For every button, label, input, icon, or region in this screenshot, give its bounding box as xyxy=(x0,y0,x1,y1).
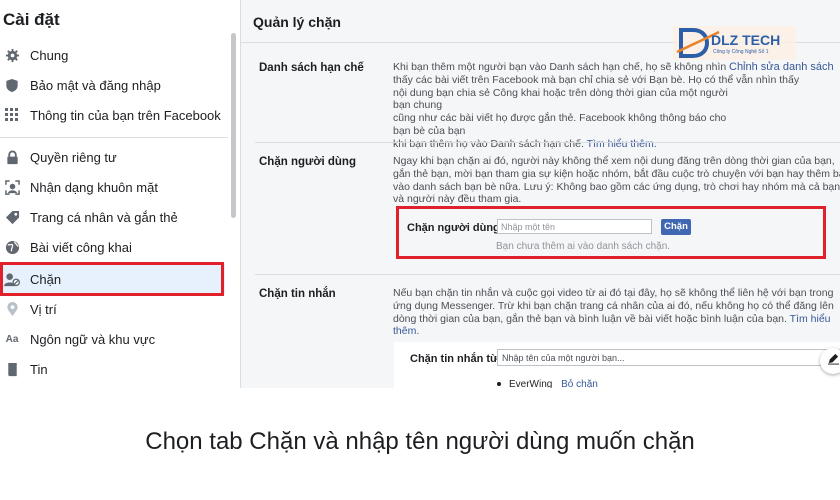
sidebar-item-label: Trang cá nhân và gắn thẻ xyxy=(30,209,178,225)
desc-line: dòng thời gian của bạn, gắn thẻ bạn và b… xyxy=(393,313,838,326)
section-divider xyxy=(255,274,840,275)
globe-icon xyxy=(4,239,20,255)
desc-line: vào danh sách bạn bè nữa. Lưu ý: Không b… xyxy=(393,180,840,193)
section-divider xyxy=(255,142,840,143)
sidebar-item-label: Nhận dạng khuôn mặt xyxy=(30,179,158,195)
sidebar-item-your-info[interactable]: Thông tin của bạn trên Facebook xyxy=(0,100,225,130)
sidebar-item-label: Tin xyxy=(30,361,48,377)
pencil-icon xyxy=(827,352,840,370)
desc-text: khi bạn thêm họ vào Danh sách hạn chế. xyxy=(393,137,584,150)
desc-line: Ngay khi bạn chặn ai đó, người này không… xyxy=(393,155,835,167)
sidebar-item-general[interactable]: Chung xyxy=(0,40,225,70)
gear-icon xyxy=(4,47,20,63)
sidebar-item-privacy[interactable]: Quyền riêng tư xyxy=(0,142,225,172)
sidebar-item-profile-tagging[interactable]: Trang cá nhân và gắn thẻ xyxy=(0,202,225,232)
block-button[interactable]: Chặn xyxy=(661,219,691,235)
block-users-description: Ngay khi bạn chặn ai đó, người này không… xyxy=(393,155,840,206)
desc-line: và người này đều tham gia. xyxy=(393,193,522,206)
desc-line: cũng như các bài viết họ được gắn thẻ. F… xyxy=(393,112,727,137)
empty-block-list-text: Bạn chưa thêm ai vào danh sách chặn. xyxy=(496,241,671,252)
tag-icon xyxy=(4,209,20,225)
dlz-tech-logo: DLZ TECH Công ty Công Nghệ Số 1 xyxy=(673,26,796,60)
compose-pencil-button[interactable] xyxy=(820,348,840,374)
sidebar-item-label: Bảo mật và đăng nhập xyxy=(30,77,161,93)
blocking-panel: Quản lý chặn DLZ TECH Công ty Công Nghệ … xyxy=(241,0,840,388)
sidebar-divider xyxy=(0,137,228,138)
sidebar-item-language[interactable]: Aa Ngôn ngữ và khu vực xyxy=(0,324,225,354)
lock-icon xyxy=(4,149,20,165)
sidebar-item-stories[interactable]: Tin xyxy=(0,354,225,384)
sidebar-title: Cài đặt xyxy=(3,10,60,29)
sidebar-item-face-recognition[interactable]: Nhận dạng khuôn mặt xyxy=(0,172,225,202)
block-users-label: Chặn người dùng xyxy=(259,156,356,168)
sidebar-item-label: Chung xyxy=(30,47,69,63)
block-messages-label: Chặn tin nhắn xyxy=(259,288,336,300)
sidebar-item-label: Vị trí xyxy=(30,301,57,317)
restricted-list-label: Danh sách hạn chế xyxy=(259,62,364,74)
sidebar-item-label: Ngôn ngữ và khu vực xyxy=(30,331,156,347)
settings-sidebar: Cài đặt Chung Bảo mật và đăng nhập Thông… xyxy=(0,0,240,388)
block-user-input[interactable]: Nhập một tên xyxy=(497,219,652,234)
book-icon xyxy=(4,361,20,377)
block-messages-field-label: Chặn tin nhắn từ xyxy=(410,353,499,365)
face-icon xyxy=(4,179,20,195)
blocked-app-name: EverWing xyxy=(509,379,553,388)
desc-line: gắn thẻ bạn, mời bạn tham gia sự kiện ho… xyxy=(393,167,840,180)
block-messages-description: Nếu bạn chặn tin nhắn và cuộc gọi video … xyxy=(393,287,838,338)
desc-line: ứng dụng Messenger. Trừ khi bạn chặn tra… xyxy=(393,299,834,312)
learn-more-link[interactable]: Tìm hiểu xyxy=(790,313,831,325)
desc-text: dòng thời gian của bạn, gắn thẻ bạn và b… xyxy=(393,312,787,325)
block-messages-input[interactable]: Nhập tên của một người bạn... xyxy=(497,349,840,366)
block-user-field-label: Chặn người dùng xyxy=(407,222,500,234)
desc-line: Nếu bạn chặn tin nhắn và cuộc gọi video … xyxy=(393,287,834,299)
restricted-list-description: Khi bạn thêm một người bạn vào Danh sách… xyxy=(393,61,800,151)
sidebar-item-label: Quyền riêng tư xyxy=(30,149,117,165)
page-title: Quản lý chặn xyxy=(253,14,341,30)
shield-icon xyxy=(4,77,20,93)
bullet-icon xyxy=(497,382,501,387)
sidebar-item-label: Bài viết công khai xyxy=(30,239,132,255)
unblock-link[interactable]: Bỏ chặn xyxy=(561,379,598,388)
grid-icon xyxy=(4,107,20,123)
sidebar-item-security[interactable]: Bảo mật và đăng nhập xyxy=(0,70,225,100)
sidebar-item-location[interactable]: Vị trí xyxy=(0,294,225,324)
caption-text: Chọn tab Chặn và nhập tên người dùng muố… xyxy=(145,428,695,455)
language-icon: Aa xyxy=(5,333,19,345)
edit-restricted-list-link[interactable]: Chỉnh sửa danh sách xyxy=(729,61,834,73)
desc-line: nội dung bạn chia sẻ Công khai hoặc trên… xyxy=(393,86,728,112)
sidebar-item-public-posts[interactable]: Bài viết công khai xyxy=(0,232,225,262)
desc-line: Khi bạn thêm một người bạn vào Danh sách… xyxy=(393,61,727,73)
sidebar-scrollbar[interactable] xyxy=(231,33,236,218)
learn-more-link[interactable]: Tìm hiểu thêm. xyxy=(587,138,657,150)
desc-line: thấy các bài viết trên Facebook mà bạn c… xyxy=(393,73,800,86)
learn-more-link[interactable]: thêm. xyxy=(393,325,838,338)
logo-text: DLZ TECH xyxy=(711,32,781,48)
sidebar-item-label: Thông tin của bạn trên Facebook xyxy=(30,107,221,123)
block-messages-form: Chặn tin nhắn từ Nhập tên của một người … xyxy=(394,342,840,388)
blocking-tab-highlight xyxy=(0,262,224,296)
settings-screenshot: Cài đặt Chung Bảo mật và đăng nhập Thông… xyxy=(0,0,840,388)
desc-line: khi bạn thêm họ vào Danh sách hạn chế. T… xyxy=(393,138,733,151)
logo-subtext: Công ty Công Nghệ Số 1 xyxy=(713,49,769,55)
blocked-app-item: EverWing Bỏ chặn xyxy=(497,379,598,388)
location-pin-icon xyxy=(4,301,20,317)
block-user-form: Chặn người dùng Nhập một tên Chặn Bạn ch… xyxy=(396,206,826,259)
